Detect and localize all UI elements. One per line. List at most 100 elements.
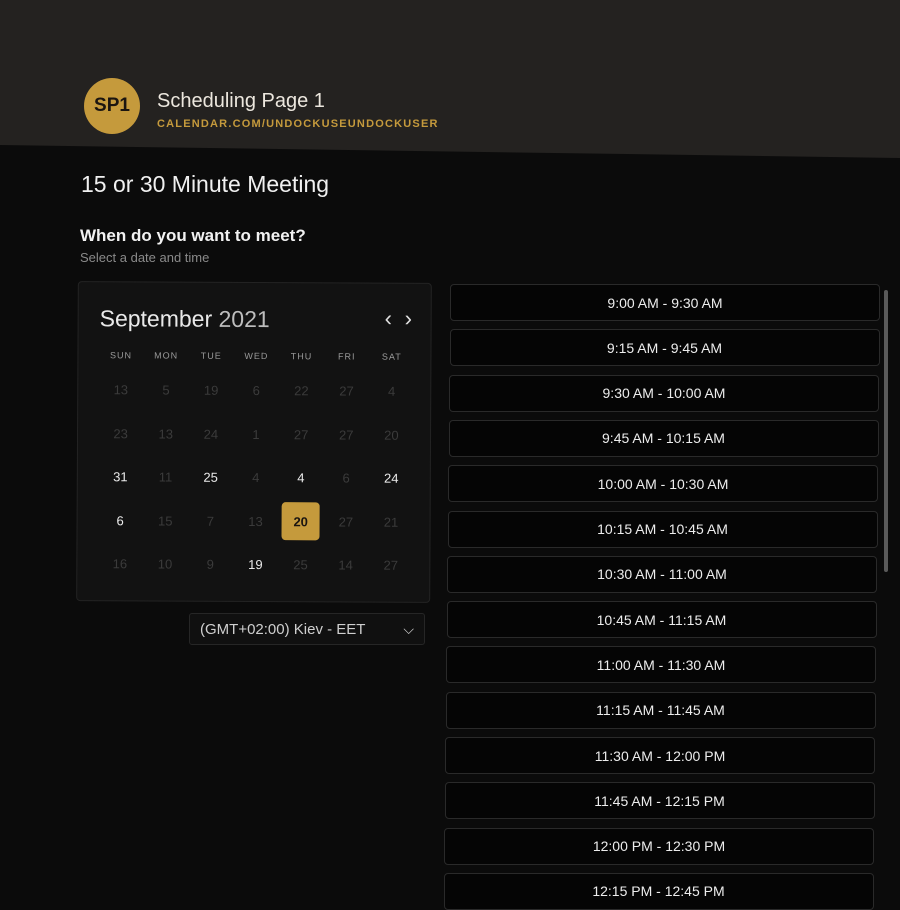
calendar-day: 14	[323, 543, 368, 587]
time-slot-button[interactable]: 12:15 PM - 12:45 PM	[443, 872, 874, 910]
calendar-day-number: 6	[252, 383, 260, 399]
weekday-label: SUN	[109, 350, 133, 361]
time-slot-button[interactable]: 11:00 AM - 11:30 AM	[446, 646, 876, 684]
calendar-day: 13	[233, 499, 278, 543]
calendar-day-number: 20	[384, 427, 399, 443]
calendar-day: 9	[188, 543, 233, 587]
time-slot-button[interactable]: 9:45 AM - 10:15 AM	[448, 419, 879, 457]
weekday-label: MON	[154, 350, 179, 361]
calendar-day-number: 13	[158, 426, 174, 442]
calendar-weekday-row: SUN MON TUE WED THU FRI SAT	[98, 350, 414, 362]
time-slot-button[interactable]: 10:45 AM - 11:15 AM	[446, 601, 877, 639]
chevron-left-icon[interactable]: ‹	[385, 306, 392, 332]
calendar-day[interactable]: 6	[97, 499, 142, 543]
calendar-day-grid: 13 5 19 6 22 27 4 23 13 24 1 27 27 20 31 11 25 4 4 6 24 6 15 7 1…	[97, 368, 414, 587]
calendar-day: 7	[188, 499, 233, 543]
calendar-day-number: 21	[383, 514, 399, 530]
calendar-day: 6	[323, 456, 368, 500]
calendar-day: 27	[368, 544, 413, 588]
calendar-day-number: 25	[203, 469, 218, 486]
calendar-day: 27	[324, 413, 369, 457]
calendar-day-number: 6	[342, 470, 350, 486]
calendar-day-number: 13	[113, 382, 129, 398]
weekday-label: TUE	[200, 350, 222, 361]
timezone-value: (GMT+02:00) Kiev - EET	[200, 620, 366, 638]
calendar-day: 4	[369, 370, 414, 414]
time-slot-button[interactable]: 11:45 AM - 12:15 PM	[444, 782, 875, 820]
calendar-day-number: 4	[297, 470, 305, 486]
calendar-day: 15	[143, 499, 188, 543]
time-slot-button[interactable]: 10:00 AM - 10:30 AM	[448, 465, 878, 503]
calendar-day[interactable]: 31	[98, 455, 143, 499]
time-slot-button[interactable]: 10:30 AM - 11:00 AM	[447, 555, 877, 593]
calendar-day-number: 13	[248, 513, 263, 529]
calendar-day-number: 16	[112, 556, 128, 572]
time-slot-button[interactable]: 9:30 AM - 10:00 AM	[449, 374, 879, 412]
avatar: SP1	[84, 78, 140, 134]
meeting-title: 15 or 30 Minute Meeting	[81, 171, 330, 197]
calendar-day: 27	[278, 413, 323, 457]
calendar-day: 27	[324, 369, 369, 413]
weekday-label: THU	[290, 351, 313, 362]
calendar-day-number: 11	[158, 469, 173, 485]
time-slot-scrollbar[interactable]	[884, 290, 888, 572]
calendar-day-number: 27	[293, 426, 309, 443]
calendar-day: 11	[143, 455, 188, 499]
page-name: Scheduling Page 1	[157, 90, 325, 112]
calendar-day-number: 27	[383, 557, 399, 574]
calendar-day-number: 19	[248, 557, 263, 573]
calendar-day: 1	[233, 412, 278, 456]
calendar-day-number: 27	[338, 514, 354, 530]
calendar-day: 21	[368, 500, 413, 544]
calendar-day: 10	[142, 542, 187, 586]
calendar-day-number: 27	[339, 383, 354, 399]
time-slot-button[interactable]: 11:15 AM - 11:45 AM	[445, 691, 876, 729]
weekday-label: SAT	[381, 351, 402, 362]
calendar-day[interactable]: 24	[369, 457, 414, 501]
calendar-day-number: 10	[157, 556, 173, 572]
calendar-day-number: 1	[252, 426, 260, 442]
calendar-day-number: 19	[203, 382, 219, 399]
calendar-day: 19	[188, 369, 233, 413]
calendar-day: 5	[143, 368, 188, 412]
time-slot-button[interactable]: 11:30 AM - 12:00 PM	[445, 737, 875, 774]
calendar-day: 13	[143, 412, 188, 456]
time-slot-button[interactable]: 12:00 PM - 12:30 PM	[444, 827, 874, 865]
time-slot-button[interactable]: 9:00 AM - 9:30 AM	[450, 284, 880, 321]
calendar-day: 6	[234, 369, 279, 413]
calendar-day-selected[interactable]: 20	[278, 500, 323, 544]
calendar-day: 24	[188, 412, 233, 456]
timezone-select[interactable]: (GMT+02:00) Kiev - EET ⌵	[189, 613, 425, 645]
calendar-month-label: September 2021	[100, 305, 270, 333]
calendar-day: 4	[233, 456, 278, 500]
calendar-day[interactable]: 19	[233, 543, 278, 587]
header-bar	[0, 0, 900, 158]
weekday-label: WED	[244, 350, 269, 362]
calendar-month: September	[99, 305, 213, 332]
calendar-year: 2021	[218, 305, 270, 333]
calendar-day-number: 31	[113, 469, 128, 485]
calendar-day-number: 7	[206, 513, 215, 529]
calendar-day-number: 15	[158, 513, 173, 529]
calendar-day: 20	[369, 413, 414, 457]
calendar-day: 22	[279, 369, 324, 413]
calendar-day-number: 5	[162, 382, 170, 398]
chevron-right-icon[interactable]: ›	[405, 306, 412, 332]
calendar-day: 16	[97, 542, 142, 586]
calendar-day: 27	[323, 500, 368, 544]
calendar-day-number: 25	[293, 557, 308, 573]
calendar-day[interactable]: 25	[188, 456, 233, 500]
calendar-day[interactable]: 4	[278, 456, 323, 500]
calendar-day: 25	[278, 543, 323, 587]
time-slot-button[interactable]: 10:15 AM - 10:45 AM	[447, 510, 878, 548]
calendar-day: 23	[98, 412, 143, 456]
calendar-day-number: 24	[383, 470, 399, 487]
time-slot-button[interactable]: 9:15 AM - 9:45 AM	[449, 329, 880, 367]
calendar-day: 13	[98, 368, 143, 412]
date-time-question: When do you want to meet?	[80, 226, 306, 245]
calendar-day-number: 4	[388, 383, 396, 399]
calendar-day-number: 4	[252, 470, 260, 486]
calendar-day-number: 14	[338, 557, 353, 573]
calendar-day-number: 9	[206, 557, 214, 573]
calendar-day-number: 23	[113, 426, 128, 442]
